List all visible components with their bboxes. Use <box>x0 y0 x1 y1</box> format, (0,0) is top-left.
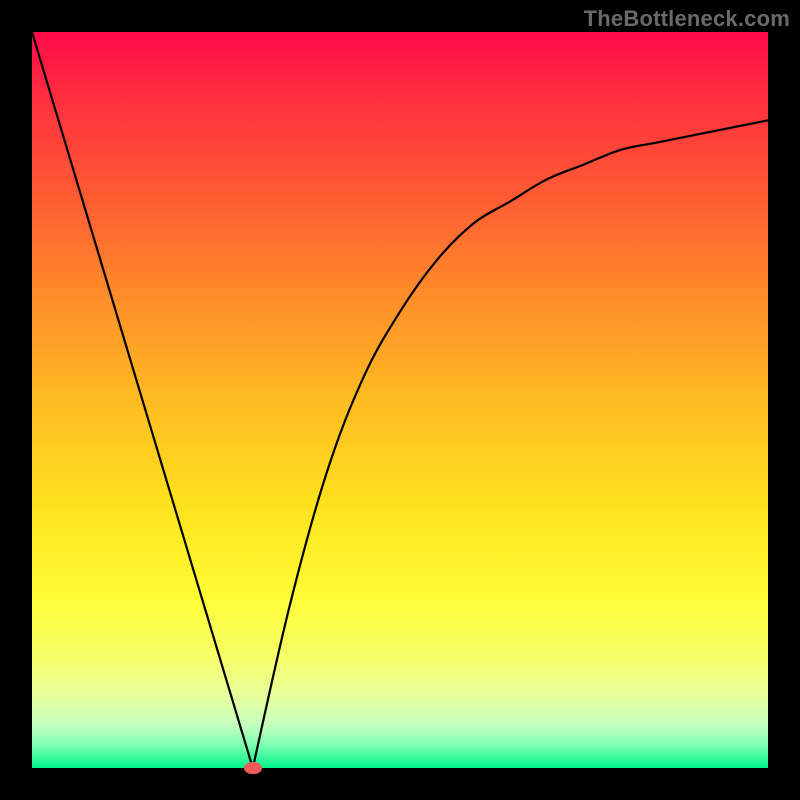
curve-svg <box>32 32 768 768</box>
vertex-marker <box>244 762 262 774</box>
watermark-text: TheBottleneck.com <box>584 6 790 32</box>
plot-area <box>32 32 768 768</box>
bottleneck-curve <box>32 32 768 768</box>
chart-frame: TheBottleneck.com <box>0 0 800 800</box>
